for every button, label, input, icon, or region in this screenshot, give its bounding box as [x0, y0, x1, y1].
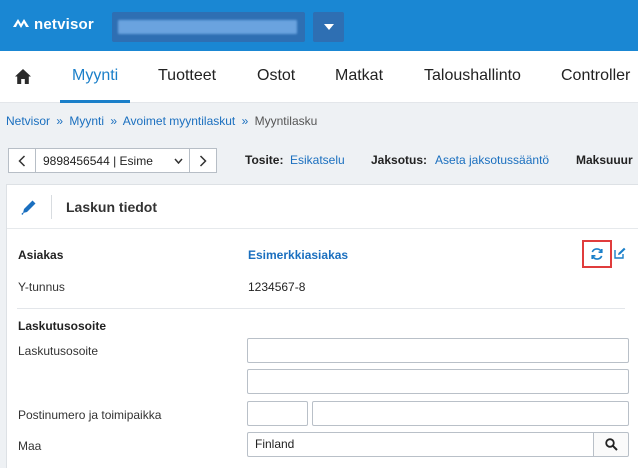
company-name-redacted	[118, 20, 297, 34]
address-line1-input[interactable]	[247, 338, 629, 363]
country-search-button[interactable]	[593, 432, 629, 457]
ytunnus-value: 1234567-8	[248, 280, 306, 294]
postal-code-input[interactable]	[247, 401, 308, 426]
logo-text: netvisor	[34, 15, 94, 33]
card-title: Laskun tiedot	[66, 199, 158, 215]
home-icon[interactable]	[14, 68, 32, 85]
breadcrumb-separator: »	[110, 114, 118, 128]
country-input[interactable]: Finland	[247, 432, 594, 457]
nav-tab-controller[interactable]: Controller	[561, 51, 630, 103]
breadcrumb-avoimet-myyntilaskut[interactable]: Avoimet myyntilaskut	[123, 114, 235, 128]
asiakas-link[interactable]: Esimerkkiasiakas	[248, 248, 348, 262]
refresh-icon	[591, 248, 603, 260]
laskutusosoite-section-title: Laskutusosoite	[18, 319, 107, 333]
tosite-label: Tosite:	[245, 153, 284, 167]
refresh-customer-button[interactable]	[582, 240, 612, 268]
edit-icon[interactable]	[614, 247, 626, 259]
caret-down-icon	[323, 24, 334, 30]
jaksotus-link[interactable]: Aseta jaksotussääntö	[435, 153, 549, 167]
nav-tab-matkat[interactable]: Matkat	[335, 51, 383, 103]
asiakas-label: Asiakas	[18, 248, 64, 262]
breadcrumb-myynti[interactable]: Myynti	[69, 114, 104, 128]
nav-tab-tuotteet[interactable]: Tuotteet	[158, 51, 216, 103]
nav-tab-ostot[interactable]: Ostot	[257, 51, 295, 103]
netvisor-logo-icon	[13, 19, 29, 28]
maksu-label: Maksuuur	[576, 153, 633, 167]
chevron-down-icon	[174, 158, 183, 164]
main-nav: Myynti Tuotteet Ostot Matkat Taloushalli…	[0, 51, 638, 103]
invoice-select-value: 9898456544 | Esime	[43, 153, 153, 168]
laskutusosoite-label: Laskutusosoite	[18, 344, 99, 358]
maa-label: Maa	[18, 439, 42, 453]
card-header: Laskun tiedot	[7, 185, 638, 229]
invoice-toolbar: 9898456544 | Esime Tosite: Esikatselu Ja…	[0, 139, 638, 183]
next-invoice-button[interactable]	[189, 148, 217, 173]
breadcrumb-netvisor[interactable]: Netvisor	[6, 114, 50, 128]
invoice-details-card: Laskun tiedot Asiakas Esimerkkiasiakas Y…	[6, 184, 638, 468]
invoice-select[interactable]: 9898456544 | Esime	[36, 148, 190, 173]
breadcrumb: Netvisor » Myynti » Avoimet myyntilaskut…	[6, 114, 317, 128]
city-input[interactable]	[312, 401, 629, 426]
chevron-right-icon	[199, 154, 207, 167]
nav-tab-taloushallinto[interactable]: Taloushallinto	[424, 51, 521, 103]
nav-tab-myynti[interactable]: Myynti	[60, 51, 131, 103]
address-line2-input[interactable]	[247, 369, 629, 394]
breadcrumb-separator: »	[56, 114, 64, 128]
search-icon	[604, 438, 618, 451]
pencil-icon	[21, 200, 36, 215]
breadcrumb-separator: »	[241, 114, 249, 128]
netvisor-logo[interactable]: netvisor	[11, 15, 94, 33]
postal-label: Postinumero ja toimipaikka	[18, 408, 162, 422]
tosite-link[interactable]: Esikatselu	[290, 153, 345, 167]
chevron-left-icon	[18, 154, 26, 167]
top-bar: netvisor	[0, 0, 638, 51]
breadcrumb-current: Myyntilasku	[254, 114, 318, 128]
previous-invoice-button[interactable]	[8, 148, 36, 173]
section-divider	[17, 308, 625, 309]
header-divider	[51, 195, 52, 219]
company-selector[interactable]	[112, 12, 305, 42]
jaksotus-label: Jaksotus:	[371, 153, 428, 167]
company-dropdown-button[interactable]	[313, 12, 344, 42]
ytunnus-label: Y-tunnus	[18, 280, 65, 294]
